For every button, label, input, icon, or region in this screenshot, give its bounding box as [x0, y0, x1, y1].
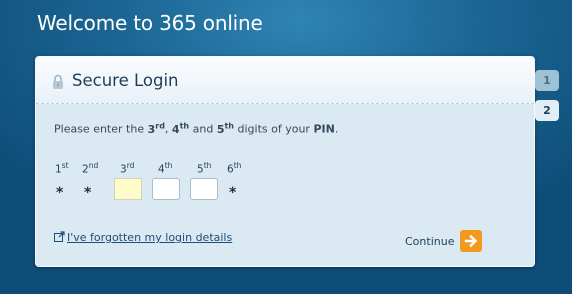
pin-digit-1-masked: *: [56, 185, 64, 201]
pin-digit-4-input[interactable]: [152, 178, 180, 200]
pin-digit-3-input[interactable]: [114, 178, 142, 200]
digit-label-1: 1st: [55, 161, 69, 176]
digit-label-6: 6th: [227, 161, 242, 176]
pin-digit-5-input[interactable]: [190, 178, 218, 200]
forgot-login-label: I've forgotten my login details: [67, 231, 233, 244]
pin-digit-6-masked: *: [229, 185, 237, 201]
pin-instruction: Please enter the 3rd, 4th and 5th digits…: [54, 121, 339, 136]
page-title: Welcome to 365 online: [37, 11, 263, 35]
forgot-login-link[interactable]: I've forgotten my login details: [54, 231, 232, 244]
arrow-right-icon: [460, 230, 483, 252]
panel-title: Secure Login: [72, 71, 179, 90]
continue-label: Continue: [405, 234, 455, 248]
pin-digit-row: * * *: [36, 178, 534, 204]
digit-label-4: 4th: [158, 161, 173, 176]
step-indicator-2: 2: [535, 100, 559, 121]
panel-header: Secure Login: [36, 57, 534, 104]
digit-position-labels: 1st 2nd 3rd 4th 5th 6th: [36, 161, 534, 177]
continue-button[interactable]: Continue: [405, 229, 483, 253]
secure-login-panel: Secure Login Please enter the 3rd, 4th a…: [35, 56, 535, 267]
lock-icon: [53, 74, 63, 89]
digit-label-5: 5th: [197, 161, 212, 176]
digit-label-2: 2nd: [82, 161, 99, 176]
external-link-icon: [54, 231, 65, 242]
step-indicator-1: 1: [535, 70, 559, 91]
pin-digit-2-masked: *: [84, 185, 92, 201]
digit-label-3: 3rd: [120, 161, 135, 176]
